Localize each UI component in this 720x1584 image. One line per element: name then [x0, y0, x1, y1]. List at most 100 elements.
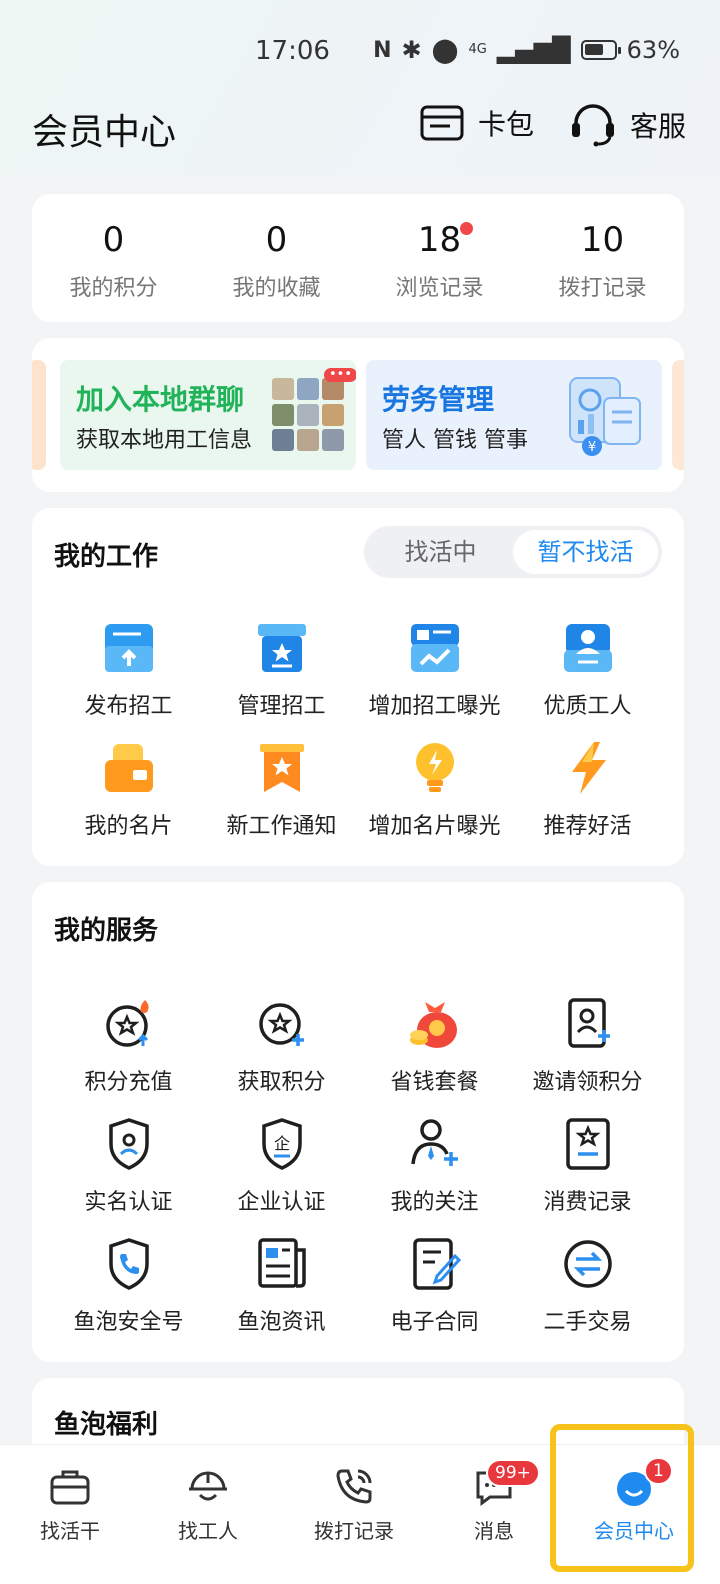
phone-call-icon [336, 1469, 372, 1504]
service-item-label: 消费记录 [543, 1190, 632, 1215]
signal-icon: ▂▄▆█ [496, 36, 571, 64]
stat-call-records[interactable]: 10 拨打记录 [521, 194, 684, 322]
banner-carousel: 加入本地群聊 获取本地用工信息 ••• 劳务管理 管人 管钱 管事 ¥ [32, 338, 684, 492]
service-item-label: 鱼泡资讯 [237, 1310, 326, 1335]
service-item-invite-points[interactable]: 邀请领积分 [511, 996, 664, 1116]
lightbulb-icon [415, 743, 454, 792]
service-item-label: 鱼泡安全号 [73, 1310, 184, 1335]
service-item-label: 获取积分 [237, 1070, 326, 1095]
service-item-money-saving[interactable]: 省钱套餐 [358, 996, 511, 1116]
service-item-contract[interactable]: 电子合同 [358, 1236, 511, 1356]
work-item-manage-jobs[interactable]: 管理招工 [205, 620, 358, 740]
service-item-enterprise-verify[interactable]: 企 企业认证 [205, 1116, 358, 1236]
service-item-label: 积分充值 [84, 1070, 173, 1095]
nav-find-work[interactable]: 找活干 [0, 1465, 140, 1544]
message-count-badge: 99+ [486, 1459, 540, 1487]
toggle-looking-for-work[interactable]: 找活中 [368, 530, 513, 574]
id-verify-icon [108, 1118, 149, 1170]
service-item-id-verify[interactable]: 实名认证 [52, 1116, 205, 1236]
service-item-label: 我的关注 [390, 1190, 479, 1215]
services-grid: 积分充值 获取积分 省钱套餐 邀请领积分 实名认证 企 企业认证 我的关注 消费 [52, 996, 664, 1356]
status-time: 17:06 [255, 36, 330, 66]
stat-value: 0 [102, 220, 125, 260]
section-title: 我的工作 [54, 542, 159, 572]
nav-call-records[interactable]: 拨打记录 [284, 1465, 424, 1544]
stat-label: 浏览记录 [395, 276, 484, 301]
money-bag-icon [409, 1002, 457, 1048]
work-item-quality-worker[interactable]: 优质工人 [511, 620, 664, 740]
stat-favorites[interactable]: 0 我的收藏 [195, 194, 358, 322]
service-item-news[interactable]: 鱼泡资讯 [205, 1236, 358, 1356]
wallet-label: 卡包 [478, 108, 535, 141]
work-item-card-exposure[interactable]: 增加名片曝光 [358, 740, 511, 860]
stats-card: 0 我的积分 0 我的收藏 18 浏览记录 10 拨打记录 [32, 194, 684, 322]
contract-icon [412, 1238, 461, 1290]
briefcase-icon [50, 1470, 90, 1505]
status-icons: N ✱ ⬤ 4G ▂▄▆█ 63% [373, 36, 680, 64]
work-item-label: 新工作通知 [226, 814, 337, 839]
section-title: 我的服务 [54, 916, 159, 946]
service-item-safe-number[interactable]: 鱼泡安全号 [52, 1236, 205, 1356]
stat-label: 我的积分 [69, 276, 158, 301]
stat-points[interactable]: 0 我的积分 [32, 194, 195, 322]
stat-label: 拨打记录 [558, 276, 647, 301]
service-item-points-recharge[interactable]: 积分充值 [52, 996, 205, 1116]
stat-browse-history[interactable]: 18 浏览记录 [358, 194, 521, 322]
nav-find-workers[interactable]: 找工人 [138, 1465, 278, 1544]
service-item-consume-record[interactable]: 消费记录 [511, 1116, 664, 1236]
news-icon [257, 1238, 306, 1288]
wallet-button[interactable]: 卡包 [420, 103, 534, 143]
service-item-second-hand[interactable]: 二手交易 [511, 1236, 664, 1356]
banner-next-peek[interactable] [672, 360, 684, 470]
invite-points-icon [567, 998, 610, 1048]
work-item-label: 管理招工 [237, 694, 326, 719]
page-title: 会员中心 [32, 112, 177, 153]
header: 会员中心 卡包 客服 [0, 95, 720, 165]
nav-label: 找活干 [40, 1519, 100, 1543]
job-notice-icon [259, 744, 304, 792]
my-services-section: 我的服务 积分充值 获取积分 省钱套餐 邀请领积分 实名认证 企 企业认证 我的… [32, 882, 684, 1362]
service-item-my-follows[interactable]: 我的关注 [358, 1116, 511, 1236]
customer-service-button[interactable]: 客服 [570, 103, 686, 147]
service-item-label: 邀请领积分 [532, 1070, 643, 1095]
exchange-icon [563, 1240, 612, 1288]
job-exposure-icon [410, 624, 459, 672]
banner-labor-management[interactable]: 劳务管理 管人 管钱 管事 ¥ [366, 360, 662, 470]
work-item-recommend-jobs[interactable]: 推荐好活 [511, 740, 664, 860]
nav-messages[interactable]: 消息 99+ [424, 1459, 564, 1544]
service-item-get-points[interactable]: 获取积分 [205, 996, 358, 1116]
wallet-icon [420, 105, 464, 141]
battery-icon [580, 40, 621, 60]
work-item-label: 推荐好活 [543, 814, 632, 839]
manage-jobs-icon [257, 624, 306, 672]
photo-collage-icon [272, 378, 346, 452]
service-item-label: 企业认证 [237, 1190, 326, 1215]
banner-prev-peek[interactable] [32, 360, 46, 470]
toggle-not-looking[interactable]: 暂不找活 [513, 530, 658, 574]
service-item-label: 实名认证 [84, 1190, 173, 1215]
points-recharge-icon [105, 1000, 149, 1047]
nav-label: 找工人 [178, 1519, 238, 1543]
clipboard-chart-icon: ¥ [569, 377, 641, 456]
work-item-job-exposure[interactable]: 增加招工曝光 [358, 620, 511, 740]
work-item-job-notice[interactable]: 新工作通知 [205, 740, 358, 860]
business-card-icon [104, 744, 153, 792]
work-item-post-job[interactable]: 发布招工 [52, 620, 205, 740]
work-item-label: 优质工人 [543, 694, 632, 719]
stat-value-wrap: 18 [418, 220, 474, 260]
post-job-icon [104, 624, 153, 672]
battery-level: 63% [626, 36, 680, 64]
network-label: 4G [468, 42, 487, 57]
banner-title: 加入本地群聊 [76, 383, 245, 416]
headset-icon [572, 104, 614, 147]
nfc-icon: N [373, 37, 392, 63]
service-item-label: 省钱套餐 [390, 1070, 479, 1095]
enterprise-verify-icon: 企 [261, 1118, 302, 1170]
service-item-label: 二手交易 [543, 1310, 632, 1335]
work-item-label: 增加名片曝光 [368, 814, 501, 839]
work-item-business-card[interactable]: 我的名片 [52, 740, 205, 860]
banner-title: 劳务管理 [382, 383, 495, 416]
stat-value: 10 [580, 220, 625, 260]
banner-group-chat[interactable]: 加入本地群聊 获取本地用工信息 ••• [60, 360, 356, 470]
work-item-label: 发布招工 [84, 694, 173, 719]
